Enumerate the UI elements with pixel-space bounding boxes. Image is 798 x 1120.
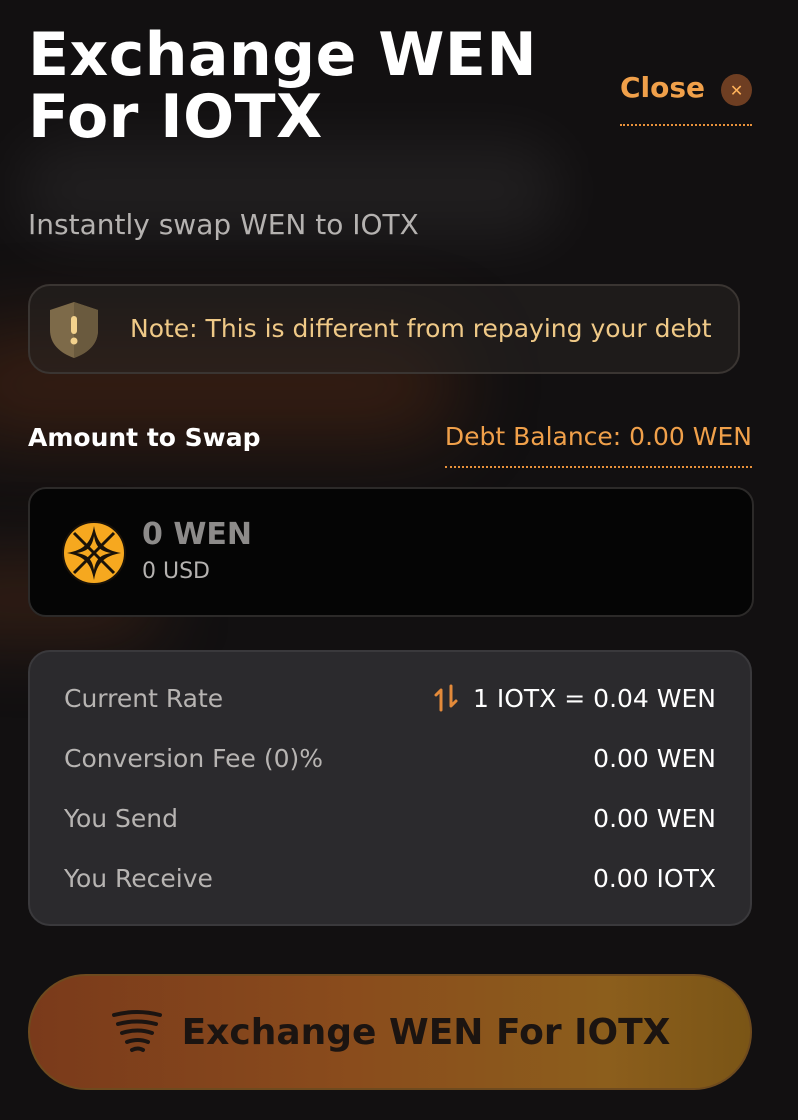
exchange-modal: Exchange WEN For IOTX Close ✕ Instantly … xyxy=(0,0,798,1120)
amount-label: Amount to Swap xyxy=(28,423,261,452)
note-banner: Note: This is different from repaying yo… xyxy=(28,284,740,374)
tornado-icon xyxy=(111,1010,162,1052)
note-text: Note: This is different from repaying yo… xyxy=(130,314,712,343)
detail-row-you-receive: You Receive 0.00 IOTX xyxy=(64,858,716,898)
detail-value: 0.00 IOTX xyxy=(592,863,716,893)
detail-row-you-send: You Send 0.00 WEN xyxy=(64,798,716,838)
amount-value[interactable]: 0 WEN xyxy=(142,515,252,555)
subtitle: Instantly swap WEN to IOTX xyxy=(28,208,419,241)
exchange-button-label: Exchange WEN For IOTX xyxy=(181,1011,671,1053)
detail-value: 1 IOTX = 0.04 WEN xyxy=(473,683,716,713)
swap-details-panel: Current Rate 1 IOTX = 0.04 WEN Conversio… xyxy=(28,650,752,926)
detail-label: Current Rate xyxy=(64,683,224,713)
detail-row-current-rate: Current Rate 1 IOTX = 0.04 WEN xyxy=(64,678,716,718)
detail-value: 0.00 WEN xyxy=(593,803,716,833)
close-icon: ✕ xyxy=(721,74,752,106)
page-title: Exchange WEN For IOTX xyxy=(28,20,538,152)
wen-token-icon xyxy=(62,521,126,585)
swap-arrows-icon xyxy=(434,684,458,712)
detail-label: Conversion Fee (0)% xyxy=(64,743,323,773)
amount-usd: 0 USD xyxy=(142,559,210,584)
close-label: Close xyxy=(620,71,706,104)
detail-label: You Send xyxy=(64,803,179,833)
exchange-button[interactable]: Exchange WEN For IOTX xyxy=(28,974,752,1090)
detail-value-wrapper: 1 IOTX = 0.04 WEN xyxy=(433,684,716,713)
detail-value: 0.00 WEN xyxy=(593,743,716,773)
detail-row-conversion-fee: Conversion Fee (0)% 0.00 WEN xyxy=(64,738,716,778)
close-button[interactable]: Close ✕ xyxy=(620,70,752,126)
shield-warning-icon xyxy=(50,302,98,358)
debt-balance-link[interactable]: Debt Balance: 0.00 WEN xyxy=(444,418,752,468)
amount-input-box[interactable]: 0 WEN 0 USD xyxy=(28,487,754,617)
detail-label: You Receive xyxy=(64,863,213,893)
